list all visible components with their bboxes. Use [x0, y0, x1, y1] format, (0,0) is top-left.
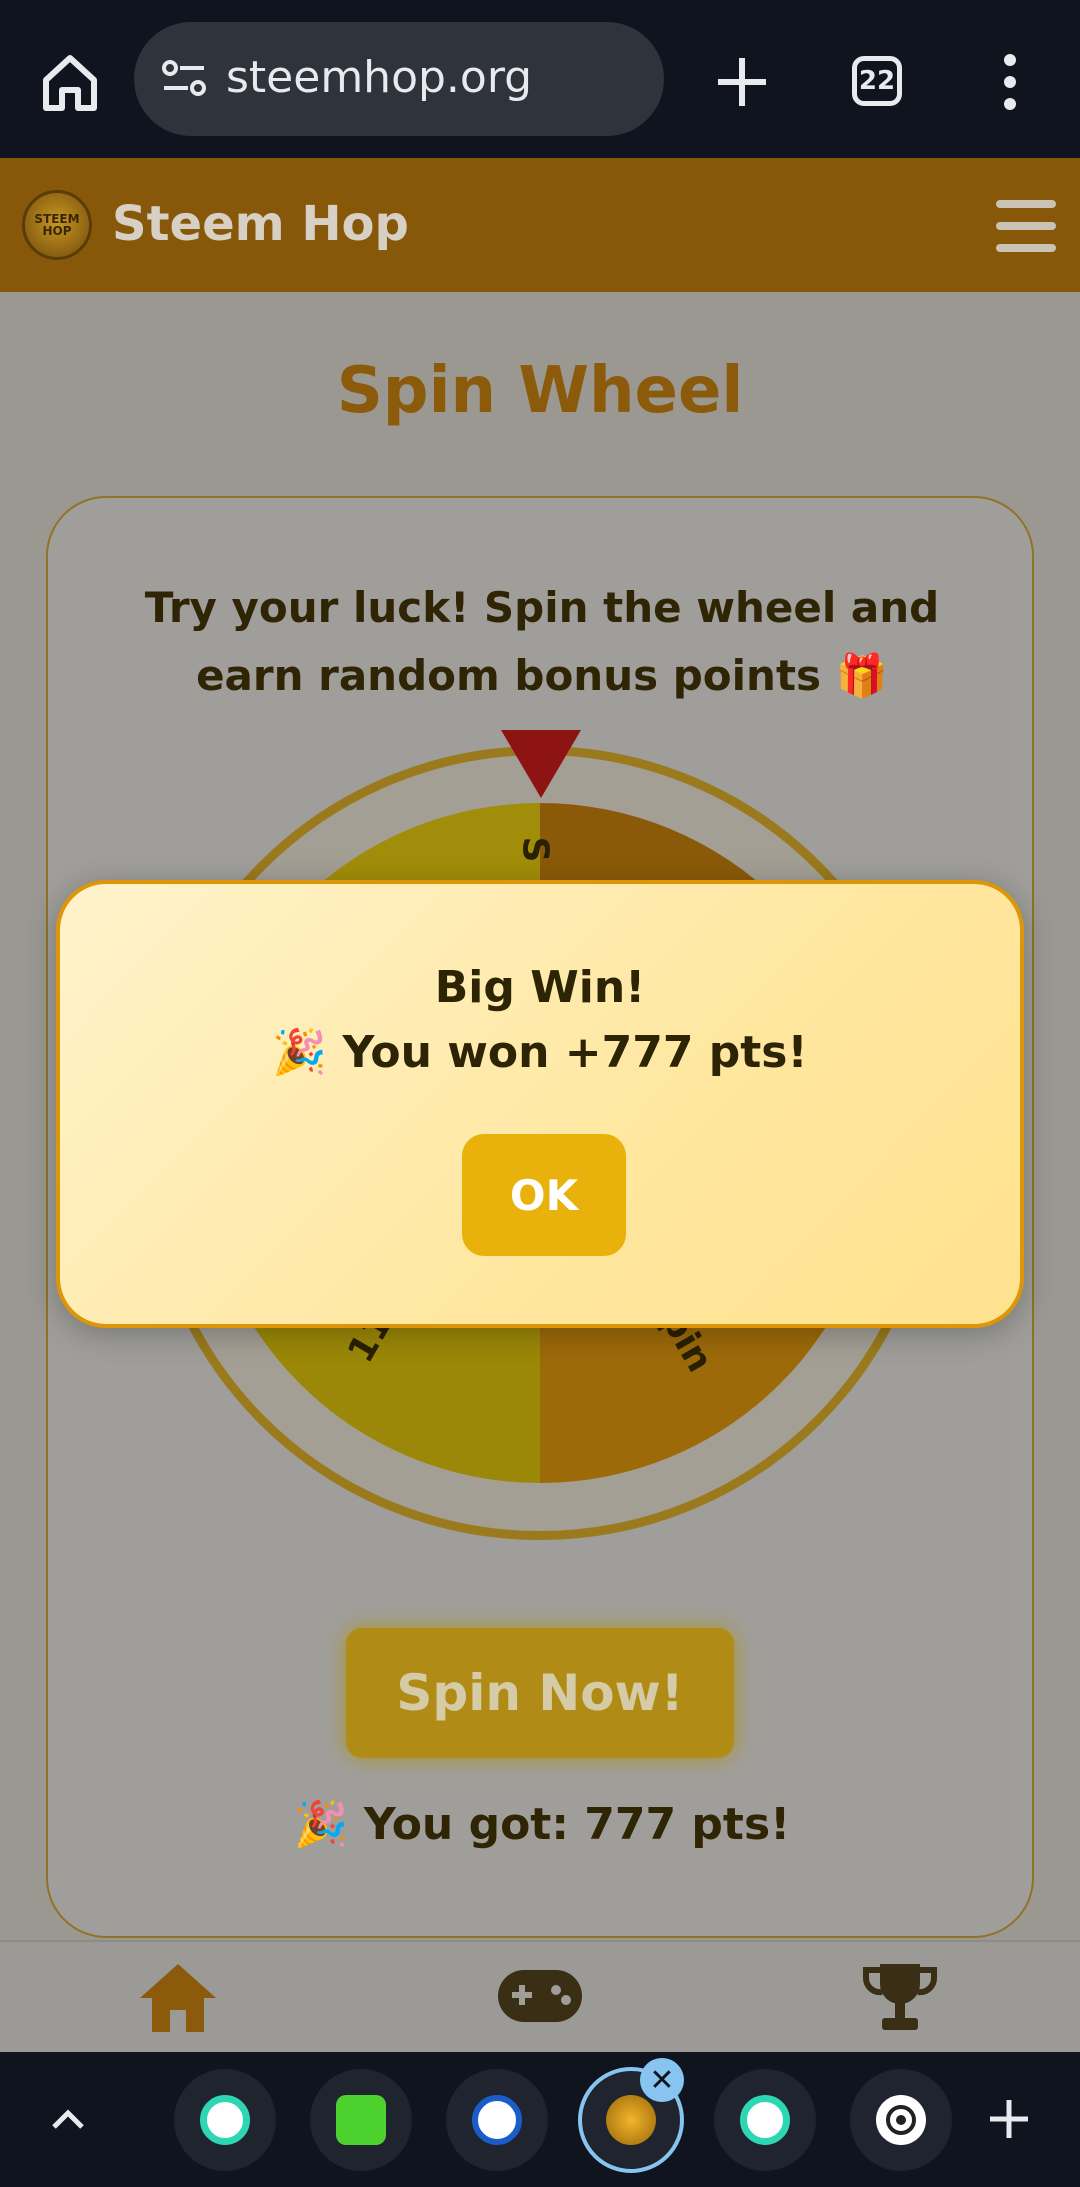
win-dialog: Big Win! 🎉 You won +777 pts! OK [56, 880, 1024, 1328]
wheel-segment-label: S [514, 836, 556, 863]
intro-text: Try your luck! Spin the wheel and earn r… [144, 583, 940, 700]
home-icon[interactable] [34, 46, 106, 118]
site-settings-icon[interactable] [160, 54, 210, 104]
browser-toolbar: steemhop.org 22 [0, 0, 1080, 158]
dialog-title: Big Win! [434, 962, 646, 1013]
bottom-navigation [0, 1940, 1080, 2052]
tab-switcher-button[interactable]: 22 [852, 56, 902, 106]
close-tab-icon[interactable]: ✕ [640, 2058, 684, 2102]
dialog-message: 🎉 You won +777 pts! [272, 1027, 808, 1078]
spin-result-text: 🎉 You got: 777 pts! [293, 1799, 791, 1850]
hamburger-menu-icon[interactable] [996, 198, 1056, 254]
home-icon[interactable] [138, 1960, 218, 2036]
trophy-icon[interactable] [862, 1960, 938, 2036]
tab-play-green-icon[interactable] [310, 2069, 412, 2171]
tab-openai-icon[interactable] [850, 2069, 952, 2171]
tab-chat-teal-icon[interactable] [714, 2069, 816, 2171]
ok-button[interactable]: OK [462, 1134, 626, 1256]
tab-steem-icon[interactable] [446, 2069, 548, 2171]
site-header: STEEM HOP Steem Hop [0, 158, 1080, 292]
new-tab-icon[interactable] [706, 46, 778, 118]
chevron-up-icon[interactable] [46, 2097, 90, 2141]
tab-chat-teal-icon[interactable] [174, 2069, 276, 2171]
wheel-pointer [501, 730, 581, 798]
browser-tab-strip: ✕ [0, 2052, 1080, 2187]
gamepad-icon[interactable] [496, 1964, 584, 2028]
site-title[interactable]: Steem Hop [112, 190, 409, 258]
more-menu-icon[interactable] [990, 46, 1030, 118]
add-tab-icon[interactable] [986, 2096, 1032, 2142]
address-bar[interactable]: steemhop.org [134, 22, 664, 136]
spin-now-button[interactable]: Spin Now! [346, 1628, 734, 1758]
site-logo[interactable]: STEEM HOP [22, 190, 92, 260]
page-title: Spin Wheel [336, 354, 744, 428]
url-text[interactable]: steemhop.org [226, 52, 532, 104]
